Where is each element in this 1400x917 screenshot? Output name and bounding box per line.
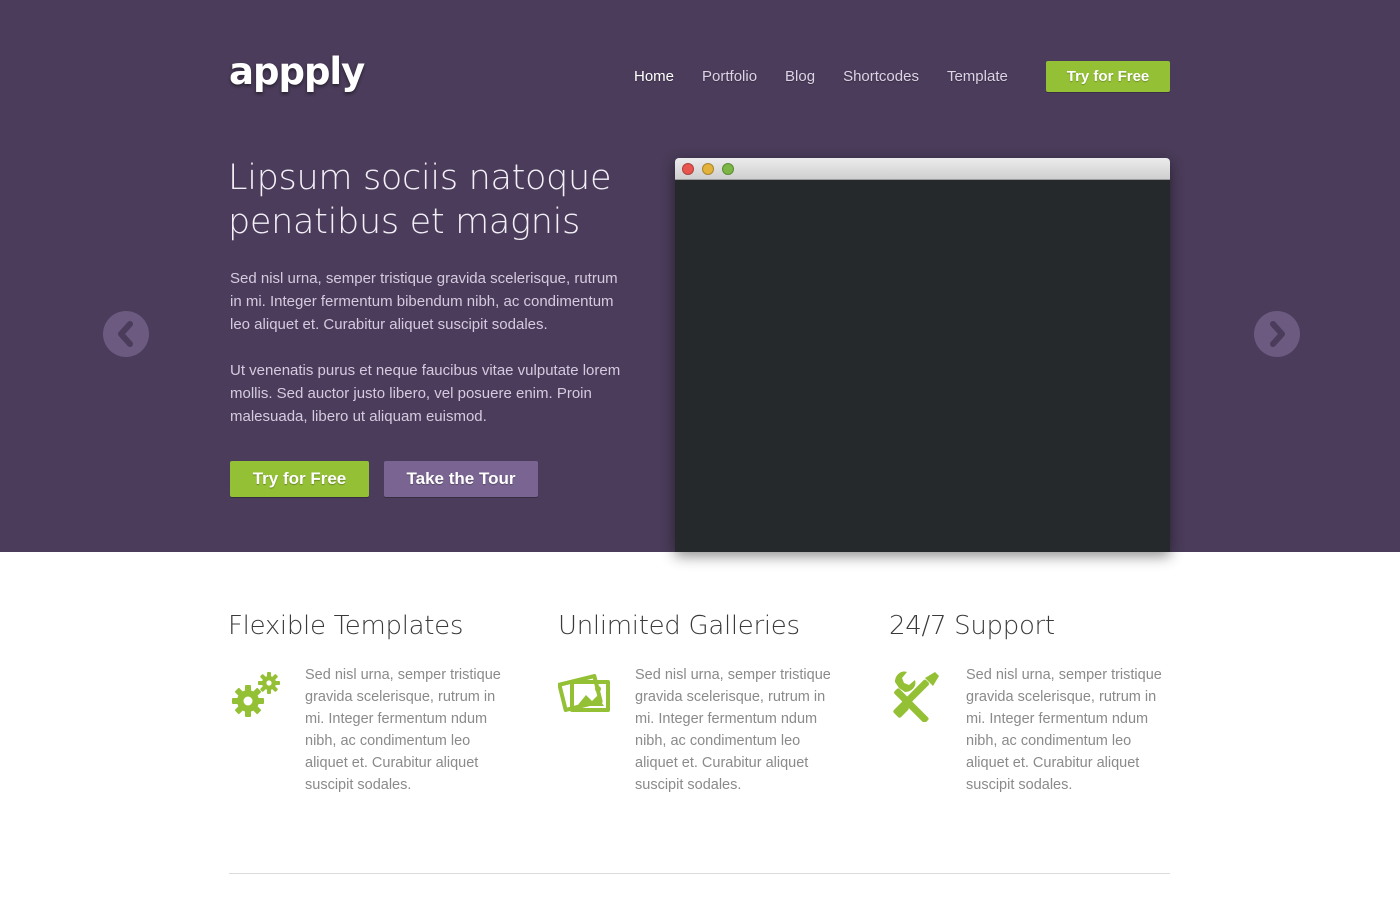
window-body bbox=[675, 180, 1170, 552]
hero-section: appply Home Portfolio Blog Shortcodes Te… bbox=[0, 0, 1400, 552]
hero-paragraph-2: Ut venenatis purus et neque faucibus vit… bbox=[230, 362, 621, 425]
feature-flexible-templates: Flexible Templates Sed nisl urna, semper… bbox=[228, 600, 518, 793]
nav-item-portfolio[interactable]: Portfolio bbox=[702, 68, 757, 85]
window-titlebar bbox=[675, 158, 1170, 180]
app-window-mockup bbox=[675, 158, 1170, 552]
close-dot-icon bbox=[682, 163, 694, 175]
hero-paragraph-1: Sed nisl urna, semper tristique gravida … bbox=[230, 270, 618, 333]
nav-item-template[interactable]: Template bbox=[947, 68, 1008, 85]
slider-prev-button[interactable] bbox=[103, 311, 149, 357]
slider-next-button[interactable] bbox=[1254, 311, 1300, 357]
feature-unlimited-galleries: Unlimited Galleries Sed nisl urna, sempe… bbox=[557, 600, 848, 793]
main-nav: Home Portfolio Blog Shortcodes Template bbox=[620, 61, 1022, 92]
feature-text: Sed nisl urna, semper tristique gravida … bbox=[305, 667, 501, 793]
hero-headline: Lipsum sociis natoque penatibus et magni… bbox=[228, 158, 612, 242]
tools-icon bbox=[889, 670, 941, 727]
minimize-dot-icon bbox=[702, 163, 714, 175]
feature-text: Sed nisl urna, semper tristique gravida … bbox=[635, 667, 831, 793]
try-free-button[interactable]: Try for Free bbox=[230, 461, 369, 497]
logo[interactable]: appply bbox=[229, 50, 365, 93]
take-tour-button[interactable]: Take the Tour bbox=[384, 461, 538, 497]
nav-item-blog[interactable]: Blog bbox=[785, 68, 815, 85]
feature-title: Unlimited Galleries bbox=[558, 611, 800, 641]
chevron-right-icon bbox=[1270, 321, 1285, 347]
nav-item-shortcodes[interactable]: Shortcodes bbox=[843, 68, 919, 85]
feature-text: Sed nisl urna, semper tristique gravida … bbox=[966, 667, 1162, 793]
features-section: Flexible Templates Sed nisl urna, semper… bbox=[0, 600, 1400, 840]
nav-item-home[interactable]: Home bbox=[634, 68, 674, 85]
feature-24-7-support: 24/7 Support Sed nisl urna, semper trist… bbox=[889, 600, 1179, 793]
feature-title: 24/7 Support bbox=[889, 611, 1055, 641]
feature-title: Flexible Templates bbox=[228, 611, 464, 641]
maximize-dot-icon bbox=[722, 163, 734, 175]
nav-try-free-button[interactable]: Try for Free bbox=[1046, 61, 1170, 92]
photos-icon bbox=[557, 670, 614, 721]
section-divider bbox=[229, 873, 1170, 874]
gears-icon bbox=[228, 670, 282, 727]
chevron-left-icon bbox=[118, 321, 133, 347]
